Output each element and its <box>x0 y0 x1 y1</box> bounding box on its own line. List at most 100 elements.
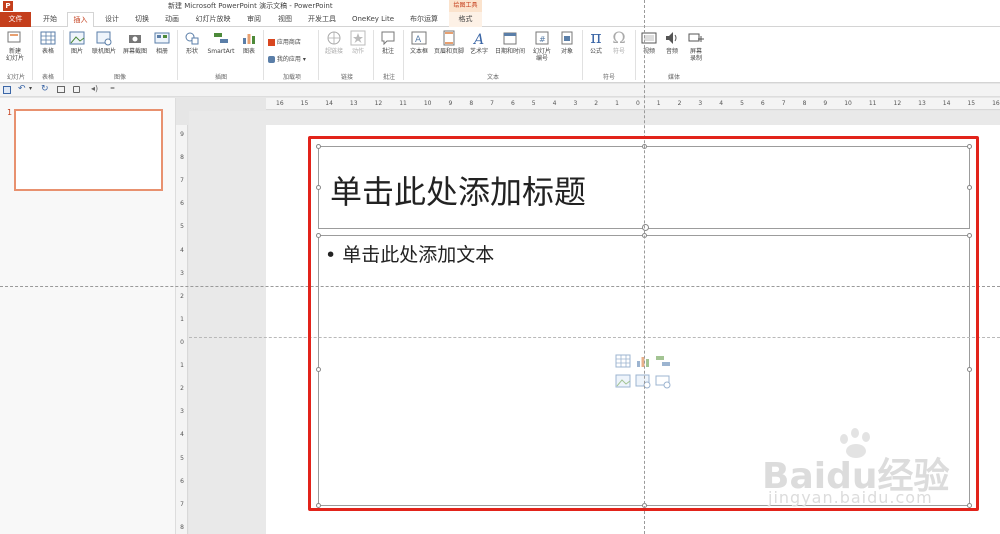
v-ruler-label: 1 <box>180 362 184 370</box>
v-ruler-labels: 9 8 7 6 5 4 3 2 1 0 1 2 3 4 5 6 7 8 <box>176 131 188 531</box>
watermark-url: jingyan.baidu.com <box>768 488 933 507</box>
textbox-button[interactable]: A 文本框 <box>406 30 432 55</box>
screen-record-label: 屏幕 录制 <box>689 48 702 62</box>
header-footer-button[interactable]: 页眉和页脚 <box>432 30 466 55</box>
symbol-label: 符号 <box>612 48 625 55</box>
group-label-text: 文本 <box>486 74 499 81</box>
video-button[interactable]: 视频 <box>638 30 660 55</box>
equation-button[interactable]: π 公式 <box>585 30 607 56</box>
tab-insert[interactable]: 插入 <box>67 12 94 28</box>
presentation-icon[interactable] <box>57 86 65 93</box>
h-ruler-label: 12 <box>374 100 383 107</box>
group-label-comments: 批注 <box>382 74 395 81</box>
new-slide-button[interactable]: 新建 幻灯片 <box>4 30 26 62</box>
h-ruler-label: 4 <box>552 100 557 107</box>
v-ruler-label: 4 <box>180 431 184 439</box>
group-label-symbols: 符号 <box>602 74 615 81</box>
tab-review[interactable]: 审阅 <box>241 12 267 27</box>
table-button[interactable]: 表格 <box>37 30 59 55</box>
save-icon[interactable] <box>3 86 11 94</box>
v-ruler-label: 5 <box>180 223 184 231</box>
textbox-label: 文本框 <box>409 48 428 55</box>
table-label: 表格 <box>41 48 54 55</box>
v-ruler-label: 9 <box>180 131 184 138</box>
smartart-button[interactable]: SmartArt <box>205 30 237 55</box>
action-label: 动作 <box>351 48 364 55</box>
wordart-icon: A <box>472 32 484 46</box>
picture-button[interactable]: 图片 <box>66 30 88 55</box>
customize-qat-icon[interactable]: = <box>110 85 115 92</box>
smartart-icon <box>214 33 228 43</box>
screen-record-button[interactable]: 屏幕 录制 <box>684 30 708 62</box>
app-store-button[interactable]: 应用商店 <box>268 37 301 47</box>
my-apps-button[interactable]: 我的应用 ▾ <box>268 54 306 64</box>
ribbon-insert: 新建 幻灯片 表格 图片 联机图片 屏幕截图 相册 形状 SmartArt 图表 <box>0 27 1000 83</box>
datetime-label: 日期和时间 <box>494 48 525 55</box>
object-label: 对象 <box>560 48 573 55</box>
wordart-button[interactable]: A 艺术字 <box>467 30 491 55</box>
datetime-button[interactable]: 日期和时间 <box>492 30 528 55</box>
comment-button[interactable]: 批注 <box>377 30 399 55</box>
online-picture-button[interactable]: 联机图片 <box>89 30 119 55</box>
screenshot-button[interactable]: 屏幕截图 <box>120 30 150 55</box>
h-ruler-label: 16 <box>992 100 1000 107</box>
v-ruler-label: 4 <box>180 246 184 254</box>
action-button[interactable]: 动作 <box>347 30 369 55</box>
textbox-icon: A <box>411 31 427 45</box>
tab-slideshow[interactable]: 幻灯片放映 <box>190 12 236 27</box>
undo-icon[interactable]: ↶ <box>18 84 26 94</box>
group-label-addins: 加载项 <box>282 74 301 81</box>
slide-thumbnail[interactable] <box>14 109 163 191</box>
print-icon[interactable] <box>73 86 80 93</box>
v-ruler-label: 3 <box>180 408 184 416</box>
tab-onekey-lite[interactable]: OneKey Lite <box>347 12 399 27</box>
tab-boolean[interactable]: 布尔运算 <box>405 12 443 27</box>
slide-number-button[interactable]: # 幻灯片 编号 <box>529 30 555 62</box>
chart-icon <box>243 34 255 44</box>
header-footer-label: 页眉和页脚 <box>433 48 464 55</box>
tab-animations[interactable]: 动画 <box>159 12 185 27</box>
symbol-button[interactable]: Ω 符号 <box>608 30 630 56</box>
smartart-label: SmartArt <box>207 48 235 55</box>
group-label-slides: 幻灯片 <box>6 74 25 81</box>
h-ruler-label: 3 <box>573 100 578 107</box>
header-footer-icon <box>443 30 455 46</box>
camera-icon <box>129 35 141 43</box>
h-ruler-label: 2 <box>677 100 682 107</box>
hyperlink-button[interactable]: 超链接 <box>322 30 346 55</box>
h-ruler-label: 6 <box>760 100 765 107</box>
h-ruler-label: 13 <box>918 100 926 107</box>
v-ruler-label: 7 <box>180 177 184 185</box>
tab-design[interactable]: 设计 <box>99 12 125 27</box>
chevron-down-icon[interactable]: ▾ <box>29 85 32 92</box>
audio-icon[interactable]: ◂) <box>91 84 98 93</box>
redo-icon[interactable]: ↻ <box>41 84 49 94</box>
shapes-button[interactable]: 形状 <box>180 30 204 55</box>
h-ruler-label: 14 <box>942 100 951 107</box>
h-ruler-label: 14 <box>325 100 333 107</box>
h-ruler-label: 7 <box>781 100 786 107</box>
slide-number-label: 幻灯片 编号 <box>532 48 551 62</box>
tab-home[interactable]: 开始 <box>37 12 63 27</box>
title-bar: P 新建 Microsoft PowerPoint 演示文稿 - PowerPo… <box>0 0 1000 12</box>
object-button[interactable]: 对象 <box>556 30 578 55</box>
vertical-ruler: 9 8 7 6 5 4 3 2 1 0 1 2 3 4 5 6 7 8 <box>176 125 188 534</box>
chart-button[interactable]: 图表 <box>238 30 260 55</box>
star-icon <box>350 30 366 46</box>
group-label-tables: 表格 <box>41 74 54 81</box>
tab-file[interactable]: 文件 <box>0 12 31 27</box>
tab-format[interactable]: 格式 <box>449 12 482 27</box>
h-ruler-label: 6 <box>510 100 515 107</box>
album-button[interactable]: 相册 <box>151 30 173 55</box>
h-ruler-label: 11 <box>868 100 877 107</box>
v-ruler-label: 6 <box>180 477 184 485</box>
h-ruler-label: 2 <box>594 100 599 107</box>
my-apps-label: 我的应用 <box>276 56 301 63</box>
comment-icon <box>381 31 395 46</box>
h-ruler-label: 4 <box>719 100 724 107</box>
audio-button[interactable]: 音频 <box>661 30 683 55</box>
tab-transitions[interactable]: 切换 <box>129 12 155 27</box>
h-ruler-label: 13 <box>349 100 358 107</box>
tab-view[interactable]: 视图 <box>272 12 298 27</box>
tab-developer[interactable]: 开发工具 <box>303 12 341 27</box>
